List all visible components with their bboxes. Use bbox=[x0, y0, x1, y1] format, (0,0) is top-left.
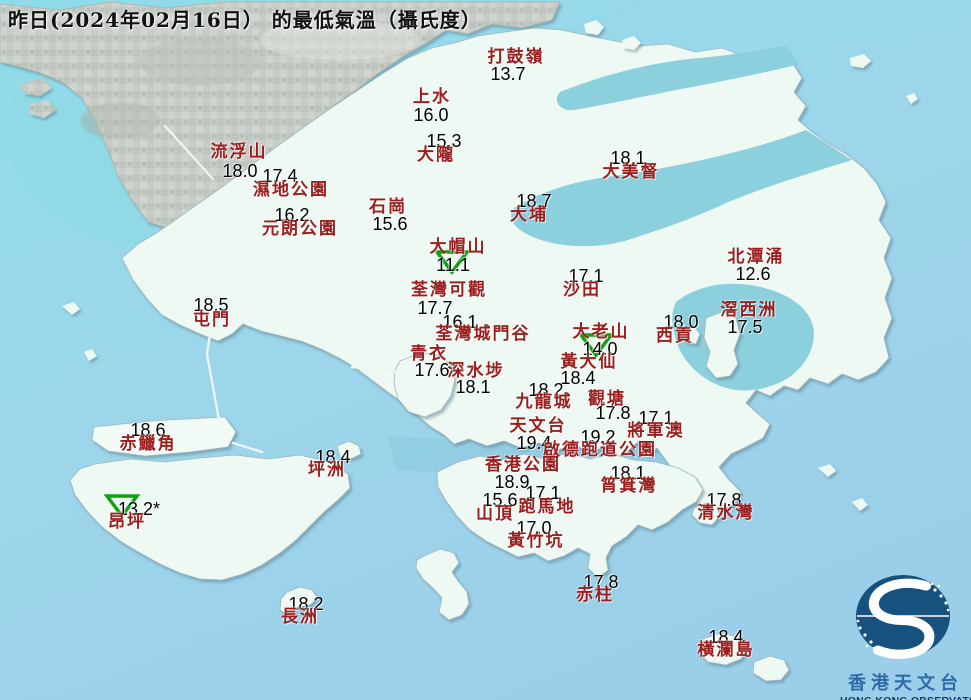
station-name-label: 山頂 bbox=[476, 504, 514, 524]
station-name-label: 上水 bbox=[413, 87, 451, 107]
station-name-label: 石崗 bbox=[369, 197, 407, 217]
station-name-label: 滘西洲 bbox=[720, 300, 778, 320]
station-name-label: 大美督 bbox=[602, 162, 660, 182]
station-name-label: 赤鱲角 bbox=[119, 434, 177, 454]
station-value-label: 18.0 bbox=[222, 161, 258, 181]
station-name-label: 長洲 bbox=[281, 607, 319, 627]
station-name-label: 大老山 bbox=[572, 322, 630, 342]
station-name-label: 香港公園 bbox=[485, 455, 561, 475]
station-name-label: 九龍城 bbox=[515, 392, 573, 412]
station-name-label: 西貢 bbox=[656, 326, 694, 346]
station-name-label: 大帽山 bbox=[429, 237, 487, 257]
station-name-label: 打鼓嶺 bbox=[487, 47, 545, 67]
station-labels-layer: 13.7 打鼓嶺 16.0 上水 15.3 大隴 18.0 流浮山 17.4 濕地公園 16.2 元朗… bbox=[0, 0, 971, 700]
station-name-label: 將軍澳 bbox=[627, 421, 685, 441]
station-value-label: 12.6 bbox=[735, 264, 771, 284]
station-name-label: 濕地公園 bbox=[253, 180, 329, 200]
station-name-label: 荃灣可觀 bbox=[411, 280, 487, 300]
station-name-label: 天文台 bbox=[509, 416, 567, 436]
station-name-label: 沙田 bbox=[563, 280, 601, 300]
observatory-seal-icon bbox=[856, 575, 950, 659]
station-name-label: 觀塘 bbox=[588, 389, 626, 409]
hko-logo: 香港天文台 HONG KONG OBSERVATORY bbox=[840, 572, 971, 700]
station-name-label: 橫瀾島 bbox=[697, 640, 755, 660]
station-value-label: 18.9 bbox=[494, 472, 530, 492]
station-name-label: 跑馬地 bbox=[518, 497, 576, 517]
station-name-label: 黃竹坑 bbox=[507, 531, 565, 551]
station-name-label: 坪洲 bbox=[308, 460, 346, 480]
station-value-label: 13.7 bbox=[490, 64, 526, 84]
station-name-label: 荃灣城門谷 bbox=[435, 324, 531, 344]
station-name-label: 深水埗 bbox=[447, 361, 505, 381]
station-value-label: 16.0 bbox=[413, 105, 449, 125]
station-value-label: 15.6 bbox=[372, 214, 408, 234]
station-name-label: 青衣 bbox=[410, 344, 448, 364]
station-name-label: 北潭涌 bbox=[727, 247, 785, 267]
hko-logo-english: HONG KONG OBSERVATORY bbox=[840, 695, 971, 700]
station-name-label: 清水灣 bbox=[697, 503, 755, 523]
station-name-label: 筲箕灣 bbox=[600, 476, 658, 496]
page-title: 昨日(2024年02月16日） 的最低氣溫（攝氏度） bbox=[8, 8, 482, 32]
station-value-label: 11.1 bbox=[436, 255, 470, 275]
station-name-label: 赤柱 bbox=[576, 585, 614, 605]
station-name-label: 黃大仙 bbox=[560, 352, 618, 372]
station-name-label: 屯門 bbox=[193, 310, 231, 330]
hko-logo-chinese: 香港天文台 bbox=[848, 673, 963, 694]
station-value-label: 17.5 bbox=[727, 317, 763, 337]
station-name-label: 元朗公園 bbox=[262, 219, 338, 239]
station-name-label: 大隴 bbox=[417, 145, 455, 165]
station-name-label: 流浮山 bbox=[210, 142, 268, 162]
station-name-label: 昂坪 bbox=[108, 512, 146, 532]
min-temperature-map-page: 13.7 打鼓嶺 16.0 上水 15.3 大隴 18.0 流浮山 17.4 濕地公園 16.2 元朗… bbox=[0, 0, 971, 700]
station-name-label: 大埔 bbox=[510, 205, 548, 225]
